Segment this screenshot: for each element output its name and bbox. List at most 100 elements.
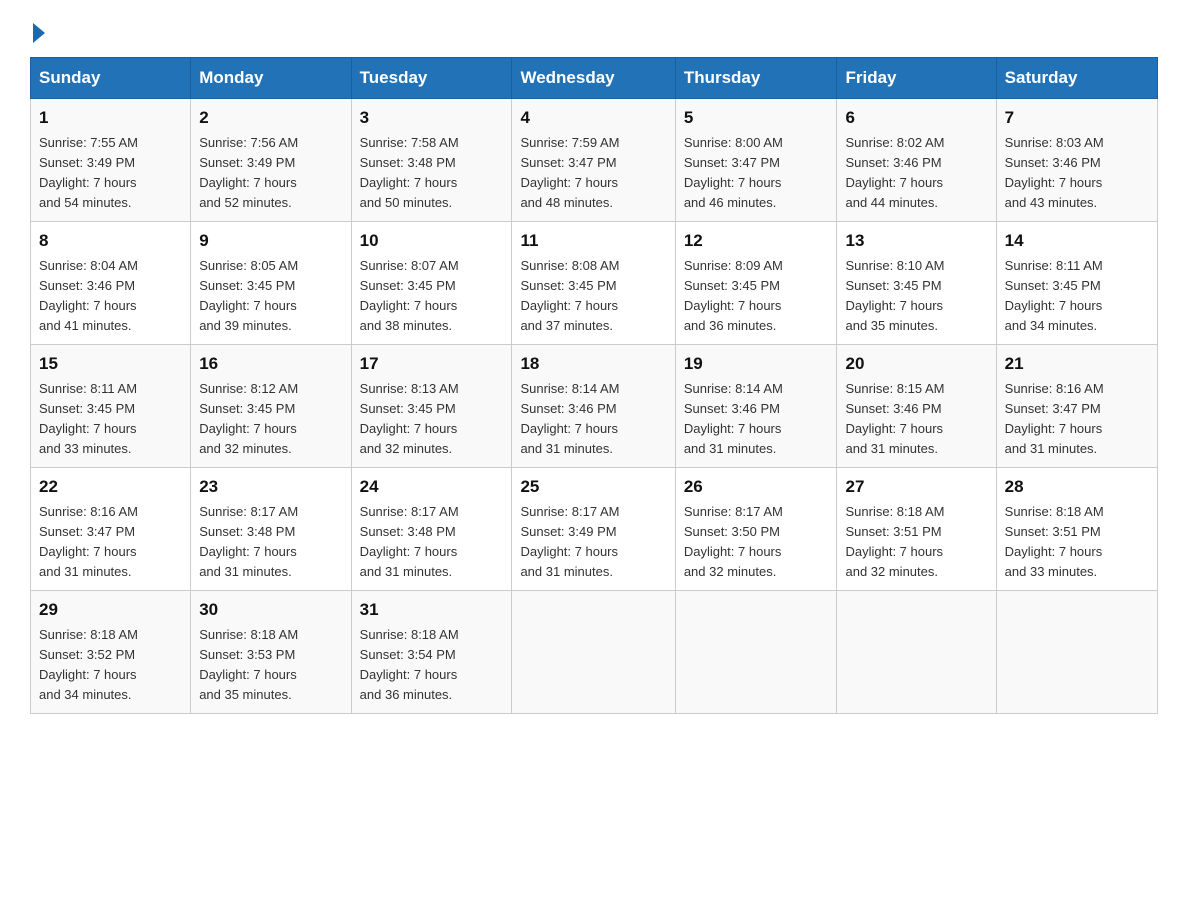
day-info: Sunrise: 8:16 AMSunset: 3:47 PMDaylight:… bbox=[39, 502, 182, 583]
calendar-week-row: 15Sunrise: 8:11 AMSunset: 3:45 PMDayligh… bbox=[31, 345, 1158, 468]
table-row: 19Sunrise: 8:14 AMSunset: 3:46 PMDayligh… bbox=[675, 345, 837, 468]
day-info: Sunrise: 8:09 AMSunset: 3:45 PMDaylight:… bbox=[684, 256, 829, 337]
day-of-week-header: Monday bbox=[191, 58, 351, 99]
table-row: 22Sunrise: 8:16 AMSunset: 3:47 PMDayligh… bbox=[31, 468, 191, 591]
day-number: 20 bbox=[845, 351, 987, 377]
table-row: 14Sunrise: 8:11 AMSunset: 3:45 PMDayligh… bbox=[996, 222, 1157, 345]
day-number: 29 bbox=[39, 597, 182, 623]
table-row: 2Sunrise: 7:56 AMSunset: 3:49 PMDaylight… bbox=[191, 99, 351, 222]
day-info: Sunrise: 8:11 AMSunset: 3:45 PMDaylight:… bbox=[39, 379, 182, 460]
day-number: 2 bbox=[199, 105, 342, 131]
day-info: Sunrise: 8:03 AMSunset: 3:46 PMDaylight:… bbox=[1005, 133, 1149, 214]
day-info: Sunrise: 8:05 AMSunset: 3:45 PMDaylight:… bbox=[199, 256, 342, 337]
day-number: 10 bbox=[360, 228, 504, 254]
table-row: 18Sunrise: 8:14 AMSunset: 3:46 PMDayligh… bbox=[512, 345, 675, 468]
day-of-week-header: Friday bbox=[837, 58, 996, 99]
day-number: 3 bbox=[360, 105, 504, 131]
day-info: Sunrise: 8:14 AMSunset: 3:46 PMDaylight:… bbox=[684, 379, 829, 460]
day-number: 24 bbox=[360, 474, 504, 500]
day-of-week-header: Sunday bbox=[31, 58, 191, 99]
day-number: 18 bbox=[520, 351, 666, 377]
table-row: 29Sunrise: 8:18 AMSunset: 3:52 PMDayligh… bbox=[31, 591, 191, 714]
day-number: 15 bbox=[39, 351, 182, 377]
day-number: 14 bbox=[1005, 228, 1149, 254]
day-info: Sunrise: 8:00 AMSunset: 3:47 PMDaylight:… bbox=[684, 133, 829, 214]
day-number: 30 bbox=[199, 597, 342, 623]
table-row: 24Sunrise: 8:17 AMSunset: 3:48 PMDayligh… bbox=[351, 468, 512, 591]
table-row: 5Sunrise: 8:00 AMSunset: 3:47 PMDaylight… bbox=[675, 99, 837, 222]
day-info: Sunrise: 7:55 AMSunset: 3:49 PMDaylight:… bbox=[39, 133, 182, 214]
day-number: 23 bbox=[199, 474, 342, 500]
day-number: 1 bbox=[39, 105, 182, 131]
day-info: Sunrise: 8:18 AMSunset: 3:51 PMDaylight:… bbox=[1005, 502, 1149, 583]
calendar-week-row: 22Sunrise: 8:16 AMSunset: 3:47 PMDayligh… bbox=[31, 468, 1158, 591]
logo-arrow-icon bbox=[33, 23, 45, 43]
day-number: 27 bbox=[845, 474, 987, 500]
table-row: 17Sunrise: 8:13 AMSunset: 3:45 PMDayligh… bbox=[351, 345, 512, 468]
table-row: 25Sunrise: 8:17 AMSunset: 3:49 PMDayligh… bbox=[512, 468, 675, 591]
day-info: Sunrise: 8:17 AMSunset: 3:48 PMDaylight:… bbox=[360, 502, 504, 583]
day-number: 8 bbox=[39, 228, 182, 254]
table-row: 15Sunrise: 8:11 AMSunset: 3:45 PMDayligh… bbox=[31, 345, 191, 468]
page-header bbox=[30, 20, 1158, 39]
day-number: 7 bbox=[1005, 105, 1149, 131]
logo bbox=[30, 20, 45, 39]
day-info: Sunrise: 8:17 AMSunset: 3:49 PMDaylight:… bbox=[520, 502, 666, 583]
day-number: 5 bbox=[684, 105, 829, 131]
day-info: Sunrise: 8:17 AMSunset: 3:48 PMDaylight:… bbox=[199, 502, 342, 583]
day-number: 26 bbox=[684, 474, 829, 500]
table-row: 30Sunrise: 8:18 AMSunset: 3:53 PMDayligh… bbox=[191, 591, 351, 714]
table-row: 13Sunrise: 8:10 AMSunset: 3:45 PMDayligh… bbox=[837, 222, 996, 345]
table-row: 21Sunrise: 8:16 AMSunset: 3:47 PMDayligh… bbox=[996, 345, 1157, 468]
day-info: Sunrise: 8:12 AMSunset: 3:45 PMDaylight:… bbox=[199, 379, 342, 460]
day-number: 25 bbox=[520, 474, 666, 500]
day-number: 4 bbox=[520, 105, 666, 131]
day-info: Sunrise: 8:15 AMSunset: 3:46 PMDaylight:… bbox=[845, 379, 987, 460]
table-row: 16Sunrise: 8:12 AMSunset: 3:45 PMDayligh… bbox=[191, 345, 351, 468]
calendar-table: SundayMondayTuesdayWednesdayThursdayFrid… bbox=[30, 57, 1158, 714]
day-info: Sunrise: 8:18 AMSunset: 3:52 PMDaylight:… bbox=[39, 625, 182, 706]
day-info: Sunrise: 8:08 AMSunset: 3:45 PMDaylight:… bbox=[520, 256, 666, 337]
calendar-header-row: SundayMondayTuesdayWednesdayThursdayFrid… bbox=[31, 58, 1158, 99]
day-info: Sunrise: 8:07 AMSunset: 3:45 PMDaylight:… bbox=[360, 256, 504, 337]
table-row: 8Sunrise: 8:04 AMSunset: 3:46 PMDaylight… bbox=[31, 222, 191, 345]
day-number: 31 bbox=[360, 597, 504, 623]
table-row: 10Sunrise: 8:07 AMSunset: 3:45 PMDayligh… bbox=[351, 222, 512, 345]
day-info: Sunrise: 8:11 AMSunset: 3:45 PMDaylight:… bbox=[1005, 256, 1149, 337]
table-row: 12Sunrise: 8:09 AMSunset: 3:45 PMDayligh… bbox=[675, 222, 837, 345]
calendar-week-row: 29Sunrise: 8:18 AMSunset: 3:52 PMDayligh… bbox=[31, 591, 1158, 714]
day-number: 11 bbox=[520, 228, 666, 254]
table-row bbox=[675, 591, 837, 714]
table-row bbox=[837, 591, 996, 714]
day-number: 13 bbox=[845, 228, 987, 254]
day-of-week-header: Saturday bbox=[996, 58, 1157, 99]
table-row: 7Sunrise: 8:03 AMSunset: 3:46 PMDaylight… bbox=[996, 99, 1157, 222]
day-of-week-header: Tuesday bbox=[351, 58, 512, 99]
table-row bbox=[996, 591, 1157, 714]
day-number: 16 bbox=[199, 351, 342, 377]
day-of-week-header: Wednesday bbox=[512, 58, 675, 99]
day-number: 21 bbox=[1005, 351, 1149, 377]
table-row: 31Sunrise: 8:18 AMSunset: 3:54 PMDayligh… bbox=[351, 591, 512, 714]
day-info: Sunrise: 7:56 AMSunset: 3:49 PMDaylight:… bbox=[199, 133, 342, 214]
day-number: 28 bbox=[1005, 474, 1149, 500]
table-row: 1Sunrise: 7:55 AMSunset: 3:49 PMDaylight… bbox=[31, 99, 191, 222]
day-info: Sunrise: 8:02 AMSunset: 3:46 PMDaylight:… bbox=[845, 133, 987, 214]
day-number: 19 bbox=[684, 351, 829, 377]
day-info: Sunrise: 8:18 AMSunset: 3:51 PMDaylight:… bbox=[845, 502, 987, 583]
table-row: 9Sunrise: 8:05 AMSunset: 3:45 PMDaylight… bbox=[191, 222, 351, 345]
day-info: Sunrise: 8:16 AMSunset: 3:47 PMDaylight:… bbox=[1005, 379, 1149, 460]
day-info: Sunrise: 8:14 AMSunset: 3:46 PMDaylight:… bbox=[520, 379, 666, 460]
table-row: 20Sunrise: 8:15 AMSunset: 3:46 PMDayligh… bbox=[837, 345, 996, 468]
day-of-week-header: Thursday bbox=[675, 58, 837, 99]
table-row: 27Sunrise: 8:18 AMSunset: 3:51 PMDayligh… bbox=[837, 468, 996, 591]
day-info: Sunrise: 8:17 AMSunset: 3:50 PMDaylight:… bbox=[684, 502, 829, 583]
day-info: Sunrise: 8:18 AMSunset: 3:54 PMDaylight:… bbox=[360, 625, 504, 706]
table-row: 6Sunrise: 8:02 AMSunset: 3:46 PMDaylight… bbox=[837, 99, 996, 222]
day-info: Sunrise: 7:58 AMSunset: 3:48 PMDaylight:… bbox=[360, 133, 504, 214]
day-number: 17 bbox=[360, 351, 504, 377]
table-row: 4Sunrise: 7:59 AMSunset: 3:47 PMDaylight… bbox=[512, 99, 675, 222]
day-info: Sunrise: 8:04 AMSunset: 3:46 PMDaylight:… bbox=[39, 256, 182, 337]
table-row: 23Sunrise: 8:17 AMSunset: 3:48 PMDayligh… bbox=[191, 468, 351, 591]
day-number: 6 bbox=[845, 105, 987, 131]
